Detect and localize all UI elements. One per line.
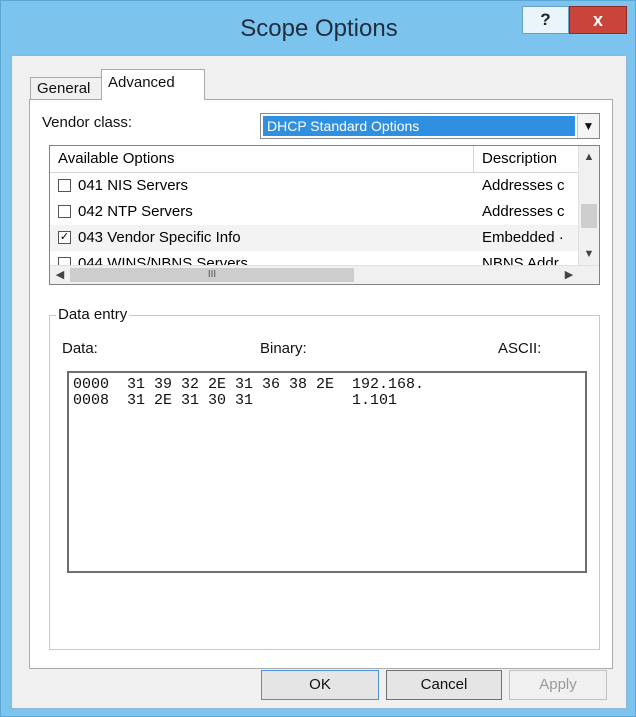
scope-options-dialog: Scope Options ? x General Advanced Vendo…: [0, 0, 636, 717]
tab-advanced[interactable]: Advanced: [101, 69, 205, 100]
option-name: 041 NIS Servers: [78, 177, 189, 194]
list-header: Available Options Description: [50, 146, 580, 173]
data-entry-group: Data entry Data: Binary: ASCII: 0000 31 …: [49, 306, 600, 650]
ascii-label: ASCII:: [498, 340, 542, 357]
ok-button[interactable]: OK: [261, 670, 379, 700]
help-button[interactable]: ?: [522, 6, 569, 34]
option-checkbox[interactable]: [58, 179, 71, 192]
hex-line: 0008 31 2E 31 30 31 1.101: [73, 392, 398, 409]
vendor-class-label: Vendor class:: [42, 114, 133, 131]
option-description: Addresses c: [482, 203, 565, 220]
option-description: Embedded ·: [482, 229, 564, 246]
cancel-button[interactable]: Cancel: [386, 670, 502, 700]
vertical-scroll-thumb[interactable]: [581, 204, 597, 228]
option-checkbox-checked[interactable]: ✓: [58, 231, 71, 244]
apply-button[interactable]: Apply: [509, 670, 607, 700]
dialog-client-area: General Advanced Vendor class: DHCP Stan…: [11, 55, 627, 709]
horizontal-scrollbar[interactable]: ◀ III ▶: [50, 265, 599, 284]
option-checkbox[interactable]: [58, 205, 71, 218]
option-description: Addresses c: [482, 177, 565, 194]
chevron-left-icon[interactable]: ◀: [50, 266, 70, 284]
vertical-scrollbar[interactable]: ▲ ▼: [578, 146, 599, 265]
hex-data-editor[interactable]: 0000 31 39 32 2E 31 36 38 2E 192.168. 00…: [67, 371, 587, 573]
option-name: 042 NTP Servers: [78, 203, 193, 220]
advanced-tab-panel: Vendor class: DHCP Standard Options ▼ Av…: [29, 99, 613, 669]
chevron-down-icon[interactable]: ▼: [577, 114, 599, 138]
vendor-class-selected-value: DHCP Standard Options: [263, 116, 575, 136]
chevron-right-icon[interactable]: ▶: [559, 266, 579, 284]
column-available-options[interactable]: Available Options: [50, 146, 474, 172]
data-entry-label: Data entry: [56, 306, 130, 323]
chevron-down-icon[interactable]: ▼: [579, 243, 599, 265]
column-description[interactable]: Description: [474, 146, 580, 172]
option-name: 043 Vendor Specific Info: [78, 229, 241, 246]
list-item[interactable]: 042 NTP Servers Addresses c: [50, 199, 580, 225]
binary-label: Binary:: [260, 340, 307, 357]
close-button[interactable]: x: [569, 6, 627, 34]
chevron-up-icon[interactable]: ▲: [579, 146, 599, 168]
tab-general[interactable]: General: [30, 77, 102, 99]
available-options-list[interactable]: Available Options Description 041 NIS Se…: [49, 145, 600, 285]
list-item[interactable]: ✓ 043 Vendor Specific Info Embedded ·: [50, 225, 580, 251]
hex-line: 0000 31 39 32 2E 31 36 38 2E 192.168.: [73, 376, 425, 393]
horizontal-scroll-thumb[interactable]: III: [70, 268, 354, 282]
data-label: Data:: [62, 340, 98, 357]
title-bar: Scope Options ? x: [1, 1, 636, 61]
list-item[interactable]: 041 NIS Servers Addresses c: [50, 173, 580, 199]
vendor-class-dropdown[interactable]: DHCP Standard Options ▼: [260, 113, 600, 139]
